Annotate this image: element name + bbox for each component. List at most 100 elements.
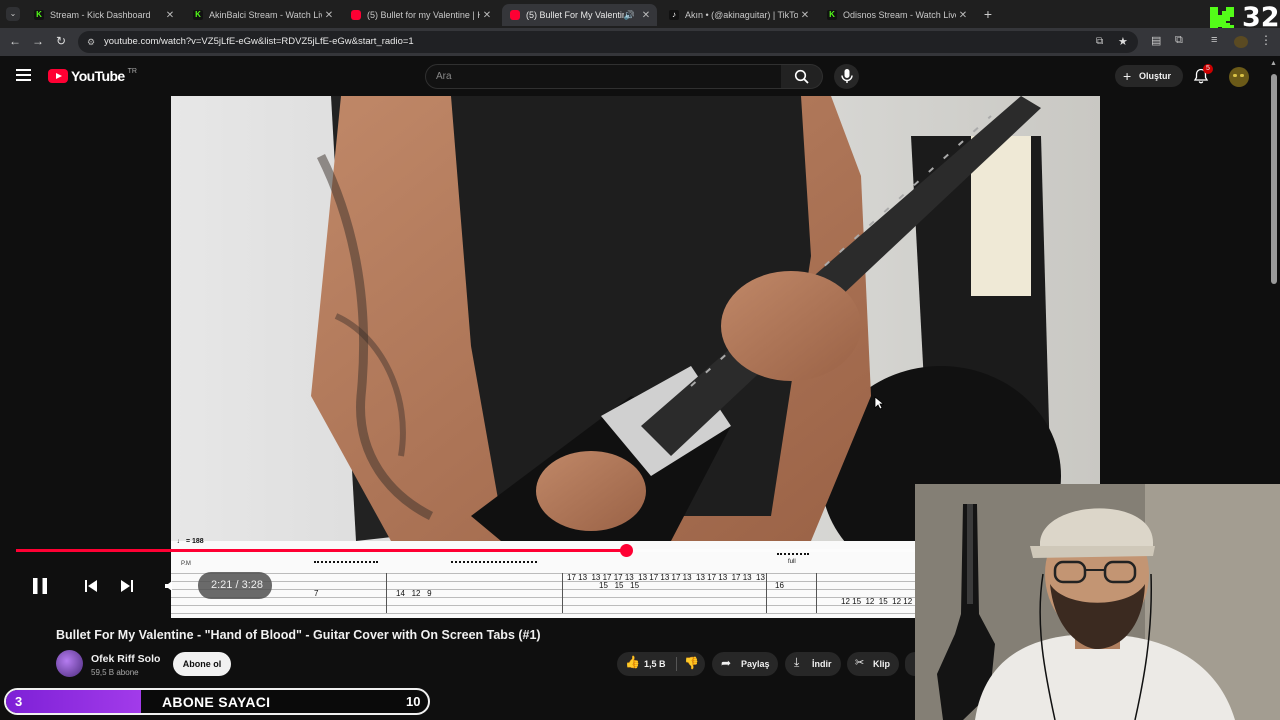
address-bar[interactable]: ⚙ youtube.com/watch?v=VZ5jLfE-eGw&list=R… (78, 31, 1138, 53)
webcam-overlay (915, 484, 1280, 720)
region-code: TR (127, 68, 137, 75)
progress-scrubber[interactable] (619, 544, 633, 557)
thumbs-down-icon: 👎 (684, 656, 699, 670)
share-label: Paylaş (741, 659, 770, 669)
skip-next-icon (121, 580, 133, 592)
search-icon (794, 69, 809, 84)
subscribe-label: Abone ol (182, 659, 222, 669)
scrollbar-thumb[interactable] (1271, 74, 1277, 284)
tab-note-group: 15 15 15 (599, 581, 640, 590)
subscriber-count: 59,5 B abone (91, 668, 139, 677)
close-icon[interactable]: ✕ (322, 10, 336, 21)
hamburger-menu-icon[interactable] (16, 69, 31, 81)
like-count: 1,5 B (644, 659, 666, 669)
like-button[interactable]: 👍 1,5 B (617, 652, 675, 676)
clip-button[interactable]: ✂ Klip (847, 652, 899, 676)
youtube-icon (510, 10, 520, 20)
reload-icon[interactable]: ↻ (56, 34, 66, 48)
create-button[interactable]: + Oluştur (1115, 65, 1183, 87)
webcam-frame (915, 484, 1280, 720)
tiktok-icon: ♪ (669, 10, 679, 20)
tab-title: Stream - Kick Dashboard (50, 10, 151, 20)
browser-tab-odisnos[interactable]: K Odisnos Stream - Watch Live o ✕ (819, 4, 974, 26)
share-button[interactable]: ➦ Paylaş (712, 652, 778, 676)
volume-button[interactable] (163, 578, 179, 594)
browser-tab-tiktok[interactable]: ♪ Akın • (@akinaguitar) | TikTok ✕ (661, 4, 816, 26)
browser-tab-akinbalci[interactable]: K AkinBalci Stream - Watch Live o ✕ (185, 4, 340, 26)
browser-tab-kick-dashboard[interactable]: K Stream - Kick Dashboard ✕ (26, 4, 181, 26)
kick-icon: K (193, 10, 203, 20)
reading-list-icon[interactable]: ≡ (1211, 34, 1217, 46)
time-text: 2:21 / 3:28 (211, 579, 263, 591)
close-icon[interactable]: ✕ (480, 10, 494, 21)
create-label: Oluştur (1139, 71, 1172, 81)
youtube-logo[interactable]: YouTube TR (48, 68, 137, 84)
counter-label: ABONE SAYACI (162, 694, 271, 710)
youtube-icon (351, 10, 361, 20)
thumbs-up-icon: 👍 (625, 655, 640, 669)
tab-note-group: 17 13 13 17 17 13 13 17 13 17 13 13 17 1… (567, 573, 765, 582)
close-icon[interactable]: ✕ (163, 10, 177, 21)
close-icon[interactable]: ✕ (956, 10, 970, 21)
youtube-logo-text: YouTube (71, 68, 125, 84)
counter-current: 3 (15, 694, 23, 709)
more-actions-button[interactable] (905, 652, 915, 676)
close-icon[interactable]: ✕ (798, 10, 812, 21)
browser-tab-bfmv-active[interactable]: (5) Bullet For My Valentine 🔊 ✕ (502, 4, 657, 26)
youtube-header: YouTube TR Ara + Oluştur 5 (0, 56, 1280, 96)
pause-icon (33, 578, 47, 594)
browser-toolbar: ← → ↻ ⚙ youtube.com/watch?v=VZ5jLfE-eGw&… (0, 28, 1280, 56)
extensions-icon[interactable]: ⧉ (1175, 34, 1183, 47)
volume-icon (165, 581, 172, 591)
tab-title: (5) Bullet for my Valentine | Ha (367, 10, 480, 20)
back-icon[interactable]: ← (9, 34, 21, 48)
mouse-cursor-icon (874, 396, 884, 410)
tempo-marking: ♩ = 188 (177, 538, 204, 545)
notifications-button[interactable]: 5 (1193, 64, 1213, 86)
download-button[interactable]: ⤓ İndir (785, 652, 841, 676)
search-input[interactable]: Ara (425, 64, 782, 89)
bend-full-marking: full (788, 559, 796, 565)
play-pause-button[interactable] (26, 572, 54, 600)
channel-name[interactable]: Ofek Riff Solo (91, 653, 160, 665)
search-button[interactable] (781, 64, 823, 89)
speaker-icon[interactable]: 🔊 (624, 10, 635, 21)
download-icon: ⤓ (794, 655, 800, 669)
close-icon[interactable]: ✕ (639, 10, 653, 21)
bookmark-star-icon[interactable]: ★ (1118, 31, 1128, 53)
account-avatar[interactable] (1229, 67, 1249, 87)
tab-title: (5) Bullet For My Valentine (526, 10, 624, 20)
next-button[interactable] (118, 577, 136, 595)
url-text: youtube.com/watch?v=VZ5jLfE-eGw&list=RDV… (104, 36, 414, 47)
install-icon[interactable]: ⧉ (1096, 31, 1103, 53)
tab-search-button[interactable]: ⌄ (6, 7, 20, 21)
plus-icon: + (1123, 68, 1132, 84)
skip-previous-icon (85, 580, 97, 592)
new-tab-button[interactable]: + (980, 6, 996, 22)
tab-title: Akın • (@akinaguitar) | TikTok (685, 10, 798, 20)
browser-menu-icon[interactable]: ⋮ (1260, 33, 1272, 47)
download-label: İndir (812, 659, 832, 669)
channel-avatar[interactable] (56, 650, 83, 677)
kick-icon: K (827, 10, 837, 20)
counter-goal: 10 (406, 694, 421, 709)
dislike-button[interactable]: 👎 (677, 652, 705, 676)
tab-note-group: 16 (775, 581, 784, 590)
voice-search-button[interactable] (834, 64, 859, 89)
tab-note-group: 7 (314, 589, 319, 598)
previous-button[interactable] (82, 577, 100, 595)
vibrato-marks (777, 553, 809, 557)
progress-bar[interactable] (16, 544, 915, 557)
site-info-icon[interactable]: ⚙ (87, 31, 95, 53)
profile-avatar[interactable] (1234, 36, 1248, 48)
subscriber-counter-widget: 3 ABONE SAYACI 10 (4, 688, 430, 715)
vibrato-marks (451, 561, 537, 565)
vibrato-marks (314, 561, 378, 565)
subscribe-button[interactable]: Abone ol (173, 652, 231, 676)
microphone-icon (841, 69, 853, 83)
browser-tab-bfmv-playlist[interactable]: (5) Bullet for my Valentine | Ha ✕ (343, 4, 498, 26)
media-icon[interactable]: ▤ (1151, 34, 1161, 47)
progress-played (16, 549, 626, 552)
tab-note-group: 14 12 9 (396, 589, 432, 598)
forward-icon[interactable]: → (32, 34, 44, 48)
